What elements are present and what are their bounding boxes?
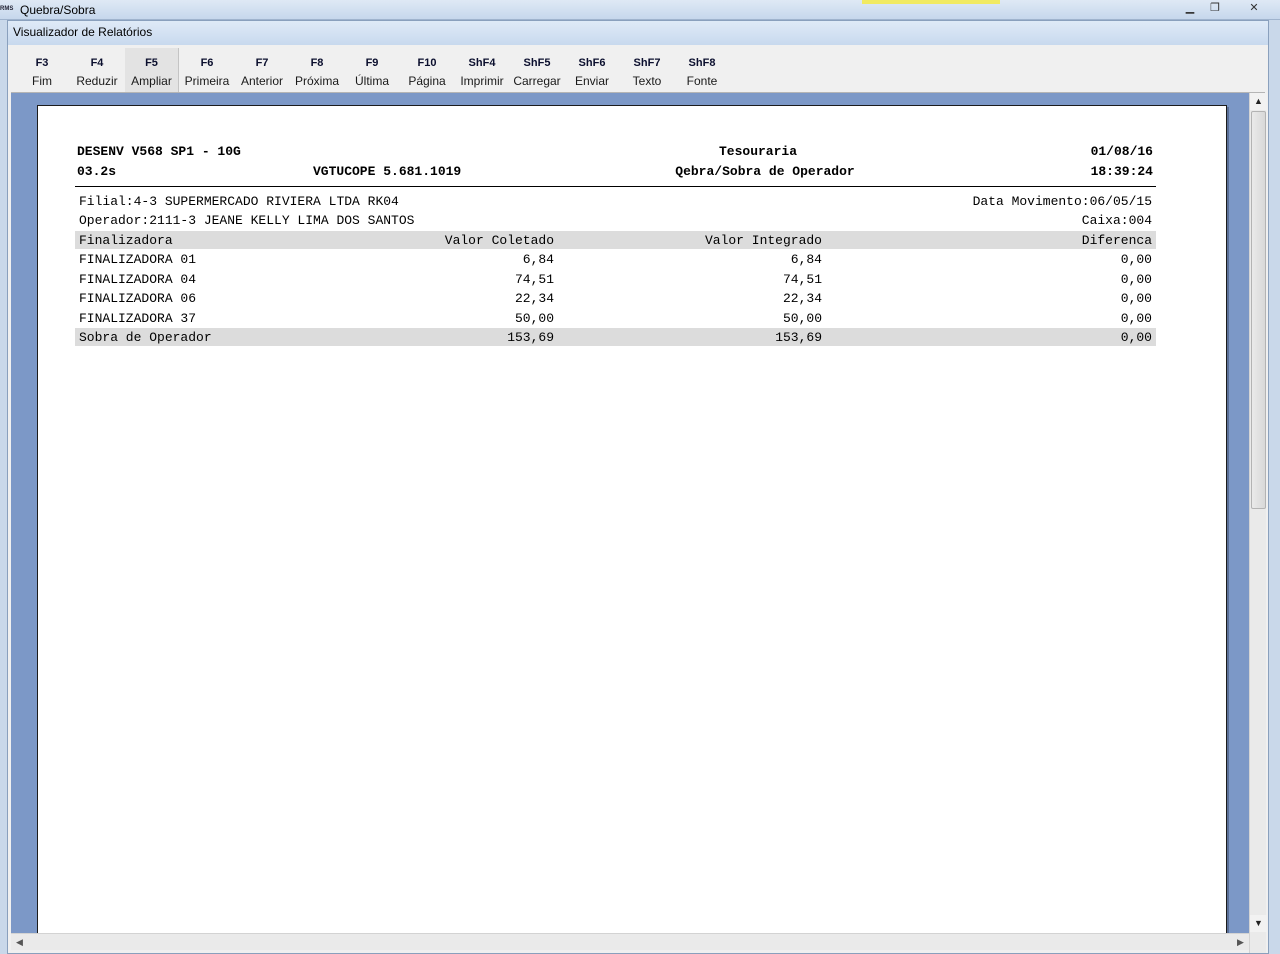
report-title: Qebra/Sobra de Operador bbox=[675, 164, 855, 179]
table-row-finalizadora: FINALIZADORA 06 bbox=[79, 291, 197, 306]
column-header-finalizadora: Finalizadora bbox=[79, 233, 173, 248]
toolbar-button-ultima[interactable]: F9 Última bbox=[345, 48, 399, 92]
minimize-icon[interactable]: ▁ bbox=[1178, 1, 1202, 16]
table-row-valor-integrado: 6,84 bbox=[790, 252, 822, 267]
toolbar-key: F8 bbox=[310, 57, 324, 69]
total-diferenca: 0,00 bbox=[1120, 330, 1152, 345]
toolbar-label: Próxima bbox=[294, 74, 339, 88]
total-label: Sobra de Operador bbox=[79, 330, 212, 345]
toolbar-button-proxima[interactable]: F8 Próxima bbox=[290, 48, 344, 92]
toolbar-key: F3 bbox=[35, 57, 49, 69]
toolbar-key: ShF5 bbox=[523, 57, 551, 69]
total-valor-integrado: 153,69 bbox=[775, 330, 822, 345]
toolbar-label: Ampliar bbox=[131, 74, 172, 88]
toolbar: F3 Fim F4 Reduzir F5 Ampliar F6 Primeira… bbox=[11, 45, 1265, 93]
report-operador: Operador:2111-3 JEANE KELLY LIMA DOS SAN… bbox=[79, 213, 415, 228]
background-highlight bbox=[862, 0, 1000, 4]
toolbar-key: F9 bbox=[365, 57, 379, 69]
table-row-diferenca: 0,00 bbox=[1120, 252, 1152, 267]
toolbar-key: F6 bbox=[200, 57, 214, 69]
toolbar-button-imprimir[interactable]: ShF4 Imprimir bbox=[455, 48, 509, 92]
horizontal-scrollbar[interactable]: ◀ ▶ bbox=[11, 933, 1249, 950]
toolbar-button-fim[interactable]: F3 Fim bbox=[15, 48, 69, 92]
vertical-scroll-thumb[interactable] bbox=[1251, 111, 1266, 509]
report-caixa: Caixa:004 bbox=[1081, 213, 1152, 228]
column-header-valor-integrado: Valor Integrado bbox=[704, 233, 822, 248]
header-divider bbox=[75, 186, 1156, 187]
toolbar-label: Carregar bbox=[513, 74, 561, 88]
total-valor-coletado: 153,69 bbox=[507, 330, 554, 345]
app-window-title: Quebra/Sobra bbox=[20, 3, 96, 17]
table-row-valor-coletado: 74,51 bbox=[514, 272, 554, 287]
report-page: DESENV V568 SP1 - 10G Tesouraria 01/08/1… bbox=[37, 105, 1227, 939]
toolbar-button-texto[interactable]: ShF7 Texto bbox=[620, 48, 674, 92]
dialog-title: Visualizador de Relatórios bbox=[13, 25, 153, 39]
toolbar-key: ShF7 bbox=[633, 57, 661, 69]
toolbar-label: Fonte bbox=[686, 74, 718, 88]
scroll-up-icon[interactable]: ▲ bbox=[1250, 93, 1267, 110]
table-row-diferenca: 0,00 bbox=[1120, 311, 1152, 326]
toolbar-button-pagina[interactable]: F10 Página bbox=[400, 48, 454, 92]
report-viewer-window: Visualizador de Relatórios F3 Fim F4 Red… bbox=[7, 20, 1269, 954]
toolbar-label: Enviar bbox=[574, 74, 609, 88]
table-row-valor-integrado: 74,51 bbox=[782, 272, 822, 287]
toolbar-label: Texto bbox=[632, 74, 662, 88]
toolbar-key: ShF4 bbox=[468, 57, 496, 69]
column-header-diferenca: Diferenca bbox=[1081, 233, 1152, 248]
report-department: Tesouraria bbox=[718, 144, 797, 159]
table-row-valor-coletado: 6,84 bbox=[522, 252, 554, 267]
report-program: VGTUCOPE 5.681.1019 bbox=[313, 164, 462, 179]
table-row-finalizadora: FINALIZADORA 04 bbox=[79, 272, 197, 287]
toolbar-button-ampliar[interactable]: F5 Ampliar bbox=[125, 48, 179, 92]
report-date: 01/08/16 bbox=[1090, 144, 1153, 159]
toolbar-button-reduzir[interactable]: F4 Reduzir bbox=[70, 48, 124, 92]
report-version: 03.2s bbox=[77, 164, 117, 179]
report-data-movimento: Data Movimento:06/05/15 bbox=[972, 194, 1152, 209]
toolbar-label: Última bbox=[354, 74, 389, 88]
toolbar-key: F5 bbox=[145, 57, 158, 69]
toolbar-button-enviar[interactable]: ShF6 Enviar bbox=[565, 48, 619, 92]
app-logo-icon: RMS bbox=[0, 6, 14, 12]
dialog-title-bar: Visualizador de Relatórios bbox=[8, 21, 1268, 45]
report-time: 18:39:24 bbox=[1090, 164, 1153, 179]
toolbar-label: Fim bbox=[32, 74, 52, 88]
close-icon[interactable]: ✕ bbox=[1242, 1, 1266, 16]
toolbar-label: Anterior bbox=[240, 74, 284, 88]
table-row-diferenca: 0,00 bbox=[1120, 291, 1152, 306]
table-row-finalizadora: FINALIZADORA 01 bbox=[79, 252, 197, 267]
toolbar-button-carregar[interactable]: ShF5 Carregar bbox=[510, 48, 564, 92]
report-filial: Filial:4-3 SUPERMERCADO RIVIERA LTDA RK0… bbox=[79, 194, 399, 209]
toolbar-key: ShF8 bbox=[688, 57, 716, 69]
table-row-valor-integrado: 22,34 bbox=[782, 291, 822, 306]
toolbar-button-anterior[interactable]: F7 Anterior bbox=[235, 48, 289, 92]
vertical-scrollbar[interactable]: ▲ ▼ bbox=[1249, 93, 1267, 953]
toolbar-label: Imprimir bbox=[460, 74, 504, 88]
scroll-right-icon[interactable]: ▶ bbox=[1232, 934, 1249, 951]
toolbar-key: F4 bbox=[90, 57, 104, 69]
table-row-valor-integrado: 50,00 bbox=[782, 311, 822, 326]
table-row-valor-coletado: 50,00 bbox=[514, 311, 554, 326]
table-row-finalizadora: FINALIZADORA 37 bbox=[79, 311, 197, 326]
restore-icon[interactable]: ❐ bbox=[1203, 1, 1227, 16]
toolbar-label: Reduzir bbox=[76, 74, 118, 88]
toolbar-key: ShF6 bbox=[578, 57, 606, 69]
table-row-valor-coletado: 22,34 bbox=[514, 291, 554, 306]
toolbar-label: Página bbox=[408, 74, 446, 88]
toolbar-button-fonte[interactable]: ShF8 Fonte bbox=[675, 48, 729, 92]
toolbar-button-primeira[interactable]: F6 Primeira bbox=[180, 48, 234, 92]
scroll-left-icon[interactable]: ◀ bbox=[11, 934, 28, 951]
report-system: DESENV V568 SP1 - 10G bbox=[77, 144, 241, 159]
toolbar-key: F7 bbox=[255, 57, 269, 69]
report-canvas[interactable]: DESENV V568 SP1 - 10G Tesouraria 01/08/1… bbox=[11, 93, 1249, 939]
app-title-bar: RMS Quebra/Sobra ▁ ❐ ✕ bbox=[0, 0, 1280, 20]
toolbar-key: F10 bbox=[417, 57, 437, 69]
column-header-valor-coletado: Valor Coletado bbox=[444, 233, 554, 248]
scroll-down-icon[interactable]: ▼ bbox=[1250, 915, 1267, 932]
toolbar-label: Primeira bbox=[184, 74, 230, 88]
table-row-diferenca: 0,00 bbox=[1120, 272, 1152, 287]
